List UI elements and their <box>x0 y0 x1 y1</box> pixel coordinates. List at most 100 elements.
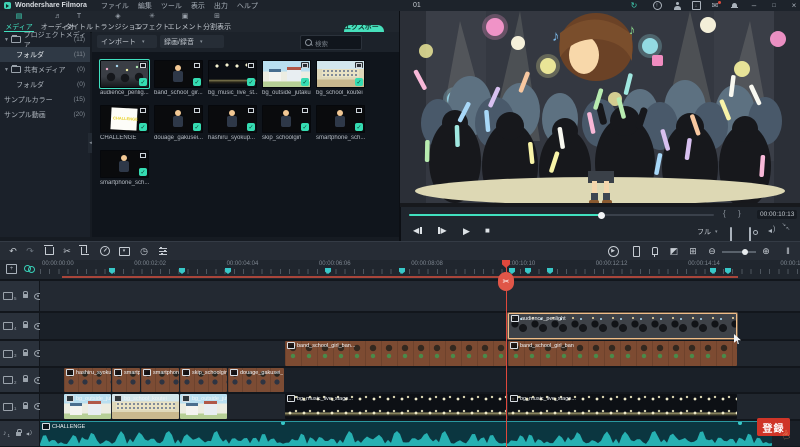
redo-icon[interactable]: ↷ <box>23 244 37 258</box>
lock-icon[interactable] <box>22 321 29 328</box>
media-item[interactable]: ✓ bg_outside_jutaku <box>262 60 312 96</box>
timeline-clip[interactable]: smartp... <box>112 368 140 392</box>
timeline-clip[interactable]: bg_school_koutei <box>112 394 179 419</box>
video-track-header[interactable]: 2 <box>0 368 44 392</box>
track-lane[interactable]: CHALLENGE <box>40 421 800 446</box>
video-track-header[interactable]: 4 <box>0 313 44 339</box>
timeline-zoom-slider[interactable] <box>722 248 756 255</box>
split-scissors-icon[interactable]: ✂ <box>60 244 74 258</box>
timeline-clip[interactable]: audience_penlight <box>508 313 737 339</box>
mic-record-icon[interactable] <box>648 244 662 258</box>
track-lane[interactable]: band_school_girl_ban... band_school_girl_… <box>40 341 800 366</box>
lock-icon[interactable] <box>22 291 29 298</box>
caret-down-icon[interactable]: ▼ <box>4 67 9 73</box>
mark-in-icon[interactable]: { <box>723 209 726 218</box>
video-preview[interactable]: ♪ ♪ <box>400 11 800 207</box>
menu-item[interactable]: ツール <box>161 1 182 11</box>
info-icon[interactable]: ! <box>651 1 663 10</box>
delete-icon[interactable] <box>42 244 56 258</box>
menu-item[interactable]: 表示 <box>191 1 205 11</box>
preview-zoom-dropdown[interactable]: フル ▾ <box>697 227 718 237</box>
seek-handle[interactable] <box>598 211 606 219</box>
stop-button[interactable]: ■ <box>485 226 490 235</box>
maximize-button[interactable]: □ <box>768 1 780 10</box>
seek-bar[interactable] <box>409 211 714 219</box>
keyframe-icon[interactable]: ⊞ <box>686 244 700 258</box>
timeline-clip[interactable]: band_school_girl_ban <box>508 341 737 366</box>
tab-effect[interactable]: ✳ エフェクト <box>134 12 170 32</box>
tree-item[interactable]: サンプル動画 (20) <box>0 107 90 122</box>
duration-icon[interactable]: ◷ <box>137 244 151 258</box>
media-item[interactable]: ✓ bg_music_live_st... <box>208 60 258 96</box>
render-preview-icon[interactable]: ▶ <box>606 244 620 258</box>
account-icon[interactable] <box>671 1 683 10</box>
menu-item[interactable]: ヘルプ <box>237 1 258 11</box>
media-thumbnail[interactable]: ✓ <box>316 105 365 133</box>
tab-split[interactable]: ⊞ 分割表示 <box>199 12 235 32</box>
timeline-clip[interactable]: skip_schoolgirl <box>180 368 227 392</box>
timeline-clip[interactable]: bg_outside_jutaku <box>64 394 111 419</box>
media-thumbnail[interactable]: ✓ <box>100 150 149 178</box>
track-lane[interactable]: hashiru_syokupansmartp...smartphone_s...… <box>40 368 800 392</box>
tree-item[interactable]: サンプルカラー (15) <box>0 92 90 107</box>
zoom-slider-handle[interactable] <box>742 248 748 255</box>
track-lane[interactable]: bg_outside_jutakubg_school_kouteibg_outs… <box>40 394 800 419</box>
timeline-clip[interactable]: bg_music_live_stage... <box>285 394 506 419</box>
track-lane[interactable]: audience_penlight <box>40 313 800 339</box>
timeline-ruler[interactable]: + 00:00:00:00 00:00:02:02 00:00:04:04 00:00… <box>0 260 800 279</box>
tree-item[interactable]: フォルダ (0) <box>0 77 90 92</box>
fit-timeline-icon[interactable]: ‖ <box>781 244 795 258</box>
media-item[interactable]: ✓ bg_school_koutei <box>316 60 366 96</box>
crop-icon[interactable] <box>78 244 92 258</box>
clip-marker[interactable] <box>281 422 285 425</box>
lock-icon[interactable] <box>16 428 22 436</box>
lock-icon[interactable] <box>22 375 29 382</box>
color-correction-icon[interactable] <box>117 244 131 258</box>
tree-item[interactable]: ▼ 共有メディア (0) <box>0 62 90 77</box>
media-thumbnail[interactable]: ✓ <box>100 105 149 133</box>
timeline-clip[interactable]: hashiru_syokupan <box>64 368 111 392</box>
save-icon[interactable]: ↓ <box>690 1 702 10</box>
media-thumbnail[interactable]: ✓ <box>262 105 311 133</box>
media-item[interactable]: ✓ smartphone_sch... <box>100 150 150 186</box>
tree-item[interactable]: フォルダ (11) <box>0 47 90 62</box>
track-lane[interactable] <box>40 281 800 311</box>
mark-out-icon[interactable]: } <box>738 209 741 218</box>
undo-icon[interactable]: ↶ <box>6 244 20 258</box>
timeline-clip[interactable]: CHALLENGE <box>40 421 772 446</box>
timeline-clip[interactable]: smartphone_s... <box>141 368 179 392</box>
mail-icon[interactable]: ✉ <box>709 1 721 10</box>
menu-item[interactable]: 出力 <box>214 1 228 11</box>
media-item[interactable]: ✓ smartphone_sch... <box>316 105 366 141</box>
media-thumbnail[interactable]: ✓ <box>208 105 257 133</box>
close-button[interactable]: × <box>788 1 800 10</box>
adjust-icon[interactable] <box>156 244 170 258</box>
media-item[interactable]: ✓ douage_gakusei... <box>154 105 204 141</box>
menu-item[interactable]: 編集 <box>138 1 152 11</box>
media-item[interactable]: ✓ skip_schoolgirl <box>262 105 312 141</box>
media-thumbnail[interactable]: ✓ <box>99 59 150 89</box>
tree-item[interactable]: ▼ プロジェクトメディア (11) <box>0 32 90 49</box>
timeline-clip[interactable]: band_school_girl_ban... <box>285 341 506 366</box>
lock-icon[interactable] <box>22 401 29 409</box>
import-dropdown[interactable]: インポート ▾ <box>97 35 157 48</box>
refresh-icon[interactable]: ↻ <box>628 1 640 10</box>
speed-icon[interactable] <box>98 244 112 258</box>
media-thumbnail[interactable]: ✓ <box>154 60 203 88</box>
record-dropdown[interactable]: 録画/録音 ▾ <box>160 35 224 48</box>
media-item[interactable]: ✓ hashiru_syokup... <box>208 105 258 141</box>
media-item[interactable]: ✓ band_school_gir... <box>154 60 204 96</box>
media-thumbnail[interactable]: ✓ <box>316 60 365 88</box>
media-thumbnail[interactable]: ✓ <box>262 60 311 88</box>
media-item[interactable]: ✓ CHALLENGE <box>100 105 150 141</box>
playhead-split-button[interactable]: ✂ <box>498 272 514 291</box>
media-item[interactable]: ✓ audience_penlig... <box>99 59 150 96</box>
zoom-out-icon[interactable]: ⊖ <box>705 244 719 258</box>
tab-element[interactable]: ▣ エレメント <box>167 12 203 32</box>
timeline-clip[interactable]: douage_gakusei_wom... <box>228 368 284 392</box>
caret-down-icon[interactable]: ▼ <box>4 37 9 43</box>
audio-mixer-icon[interactable]: ◩ <box>667 244 681 258</box>
phone-record-icon[interactable] <box>629 244 643 258</box>
bell-icon[interactable] <box>728 1 740 10</box>
media-thumbnail[interactable]: ✓ <box>154 105 203 133</box>
